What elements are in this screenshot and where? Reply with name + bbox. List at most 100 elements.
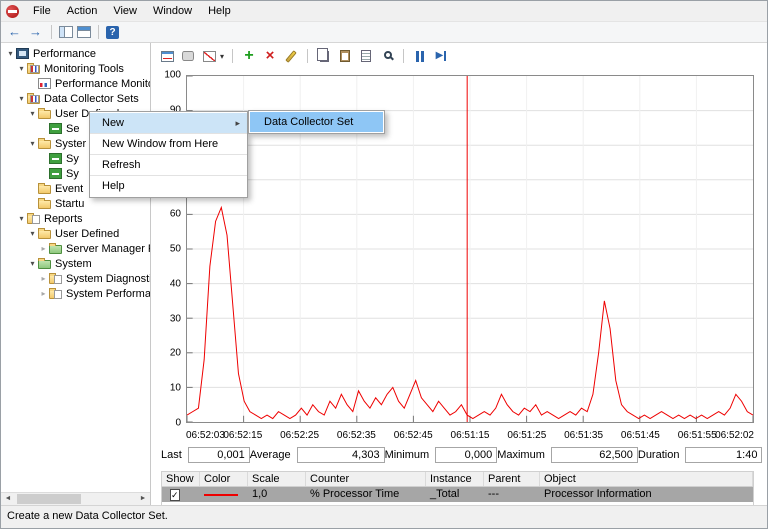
status-bar: Create a new Data Collector Set. xyxy=(1,505,767,528)
chart-icon xyxy=(38,78,51,89)
legend-column-show[interactable]: Show xyxy=(162,472,200,486)
monitor-icon xyxy=(16,48,29,59)
expanded-chevron-icon[interactable]: ▾ xyxy=(5,49,16,58)
sidebar-item-data-collector-sets[interactable]: ▾ Data Collector Sets xyxy=(1,91,150,106)
forward-arrow-icon[interactable] xyxy=(27,25,44,39)
view-log-data-icon[interactable] xyxy=(180,48,196,64)
folder-report-icon xyxy=(27,213,40,224)
chart-type-dropdown-icon[interactable] xyxy=(220,52,224,61)
y-axis-tick-label: 100 xyxy=(164,69,181,81)
scrollbar-thumb[interactable] xyxy=(17,494,81,504)
delete-counter-icon[interactable] xyxy=(262,48,278,64)
menu-action[interactable]: Action xyxy=(59,3,106,19)
context-menu-item-label: Refresh xyxy=(102,159,141,171)
stat-value-average: 4,303 xyxy=(296,447,385,463)
scroll-right-arrow-icon[interactable] xyxy=(136,493,150,505)
sidebar-item-label: User Defined xyxy=(55,227,120,240)
paste-counter-list-icon[interactable] xyxy=(337,48,353,64)
expanded-chevron-icon[interactable]: ▾ xyxy=(27,109,38,118)
app-icon xyxy=(6,4,19,18)
sidebar-item-monitoring-tools[interactable]: ▾ Monitoring Tools xyxy=(1,61,150,76)
context-menu-item-new[interactable]: New xyxy=(90,113,247,133)
show-hide-console-tree-icon[interactable] xyxy=(59,26,73,38)
collapsed-chevron-icon[interactable]: ▸ xyxy=(38,274,49,283)
sidebar-item-label: Server Manager Per xyxy=(66,242,150,255)
y-axis-tick-label: 60 xyxy=(169,208,181,220)
sidebar-item-system[interactable]: ▾ System xyxy=(1,256,150,271)
toolbar-separator xyxy=(98,25,99,39)
submenu-item-data-collector-set[interactable]: Data Collector Set xyxy=(250,112,383,132)
collapsed-chevron-icon[interactable]: ▸ xyxy=(38,289,49,298)
scrollbar-track[interactable] xyxy=(15,493,136,505)
legend-instance-value: _Total xyxy=(430,488,460,500)
legend-parent-value: --- xyxy=(488,488,499,500)
collapsed-chevron-icon[interactable]: ▸ xyxy=(38,244,49,253)
set-green-icon xyxy=(49,153,62,164)
menu-window[interactable]: Window xyxy=(145,3,200,19)
update-data-icon[interactable] xyxy=(433,48,449,64)
y-axis-tick-label: 40 xyxy=(169,278,181,290)
properties-icon[interactable] xyxy=(358,48,374,64)
sidebar-item-performance[interactable]: ▾ Performance xyxy=(1,46,150,61)
help-icon[interactable] xyxy=(106,25,119,39)
context-menu-item-refresh[interactable]: Refresh xyxy=(90,155,247,175)
folder-icon xyxy=(38,138,51,149)
tree-horizontal-scrollbar[interactable] xyxy=(1,492,150,505)
expanded-chevron-icon[interactable]: ▾ xyxy=(16,94,27,103)
expanded-chevron-icon[interactable]: ▾ xyxy=(27,259,38,268)
menu-file[interactable]: File xyxy=(25,3,59,19)
legend-column-counter[interactable]: Counter xyxy=(306,472,426,486)
toolbar-separator xyxy=(232,49,234,63)
context-menu-item-help[interactable]: Help xyxy=(90,176,247,196)
legend-column-instance[interactable]: Instance xyxy=(426,472,484,486)
expanded-chevron-icon[interactable]: ▾ xyxy=(16,214,27,223)
sidebar-item-system-diagnostics[interactable]: ▸ System Diagnostics xyxy=(1,271,150,286)
chart-type-icon[interactable] xyxy=(201,48,217,64)
nav-toolbar xyxy=(1,21,767,43)
sidebar-item-server-manager-per[interactable]: ▸ Server Manager Per xyxy=(1,241,150,256)
legend-column-color[interactable]: Color xyxy=(200,472,248,486)
scroll-left-arrow-icon[interactable] xyxy=(1,493,15,505)
legend-column-object[interactable]: Object xyxy=(540,472,753,486)
x-axis-tick-label: 06:52:02 xyxy=(715,430,754,441)
stat-value-maximum: 62,500 xyxy=(550,447,638,463)
x-axis-tick-label: 06:52:03 xyxy=(186,430,225,441)
legend-column-scale[interactable]: Scale xyxy=(248,472,306,486)
stat-value-duration: 1:40 xyxy=(685,447,763,463)
stat-label-maximum: Maximum xyxy=(497,449,545,461)
y-axis-tick-label: 30 xyxy=(169,313,181,325)
menu-help[interactable]: Help xyxy=(200,3,239,19)
expanded-chevron-icon[interactable]: ▾ xyxy=(16,64,27,73)
legend-scale-value: 1,0 xyxy=(252,488,268,500)
legend: Show Color Scale Counter Instance Parent… xyxy=(161,471,754,505)
expanded-chevron-icon[interactable]: ▾ xyxy=(27,139,38,148)
sidebar-item-performance-monitor[interactable]: Performance Monitor xyxy=(1,76,150,91)
new-window-icon[interactable] xyxy=(77,26,91,38)
copy-properties-icon[interactable] xyxy=(316,47,332,64)
add-counter-icon[interactable] xyxy=(241,48,257,64)
expanded-chevron-icon[interactable]: ▾ xyxy=(27,229,38,238)
sidebar-item-reports[interactable]: ▾ Reports xyxy=(1,211,150,226)
x-axis-tick-label: 06:51:55 xyxy=(677,430,717,441)
sidebar-item-system-performanc[interactable]: ▸ System Performanc xyxy=(1,286,150,301)
show-counter-checkbox[interactable] xyxy=(170,488,180,501)
legend-column-parent[interactable]: Parent xyxy=(484,472,540,486)
context-menu: New New Window from Here Refresh Help xyxy=(89,111,248,198)
legend-counter-row[interactable]: 1,0 % Processor Time _Total --- Processo… xyxy=(162,487,753,502)
zoom-icon[interactable] xyxy=(379,48,395,64)
freeze-display-icon[interactable] xyxy=(412,48,428,64)
highlight-icon[interactable] xyxy=(283,48,299,64)
sidebar-item-label: Sy xyxy=(66,152,79,165)
toolbar-separator xyxy=(51,25,52,39)
sidebar-item-startu[interactable]: Startu xyxy=(1,196,150,211)
sidebar-item-user-defined[interactable]: ▾ User Defined xyxy=(1,226,150,241)
context-menu-item-new-window-from-here[interactable]: New Window from Here xyxy=(90,134,247,154)
view-current-activity-icon[interactable] xyxy=(159,48,175,64)
y-axis-tick-label: 10 xyxy=(169,382,181,394)
submenu-arrow-icon xyxy=(235,113,240,133)
x-axis-tick-label: 06:51:15 xyxy=(450,430,490,441)
folder-chart-icon xyxy=(27,63,40,74)
menu-view[interactable]: View xyxy=(105,3,145,19)
stat-label-last: Last xyxy=(161,449,182,461)
back-arrow-icon[interactable] xyxy=(6,25,23,39)
